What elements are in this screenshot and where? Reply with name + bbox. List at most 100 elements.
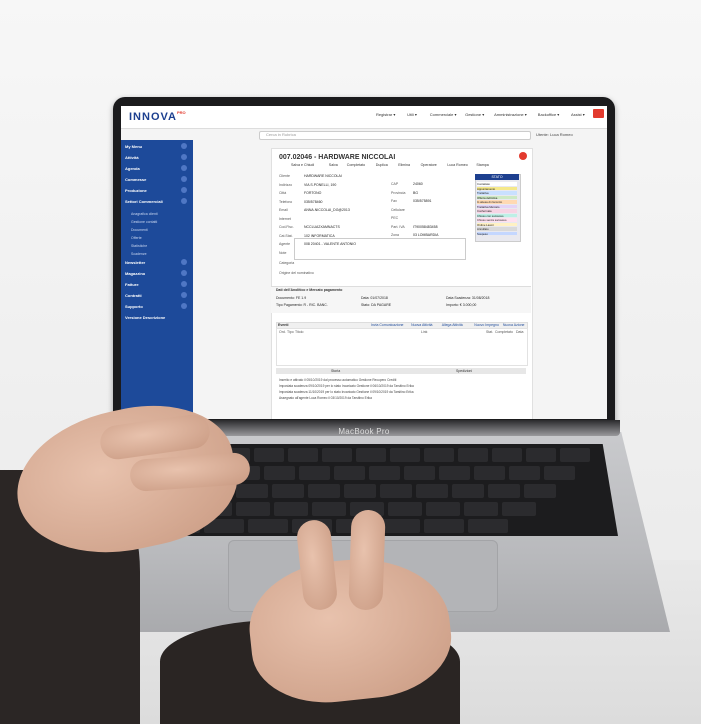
sidebar-subitem[interactable]: Offerte: [131, 236, 142, 240]
field-value[interactable]: HARDWARE NICCOLAI: [304, 174, 342, 178]
field-label: Internet: [279, 216, 291, 221]
stato-option[interactable]: Appuntamento: [477, 186, 517, 191]
sidebar-subitem[interactable]: Anagrafica clienti: [131, 212, 158, 216]
close-document-icon[interactable]: [519, 152, 527, 160]
sidebar-item[interactable]: Attività: [125, 155, 139, 160]
eventi-action-button[interactable]: Nuova Attività: [411, 323, 432, 327]
sidebar-item[interactable]: Fatture: [125, 282, 139, 287]
plus-icon[interactable]: [181, 187, 187, 193]
sidebar-item[interactable]: Magazzino: [125, 271, 145, 276]
stato-option[interactable]: Offerta definitiva: [477, 195, 517, 200]
payment-field: Data: 01/07/2018: [361, 296, 388, 300]
stato-option[interactable]: Sospeso: [477, 231, 517, 236]
field-value[interactable]: BG: [413, 191, 418, 195]
keyboard-key: [424, 519, 464, 533]
stato-option[interactable]: Ordine Lavori: [477, 222, 517, 227]
log-entry: Assegnato all'agente Luca Romeo il 03/10…: [279, 396, 372, 400]
stato-option[interactable]: Chiuso senza successo: [477, 218, 517, 222]
sidebar-subitem[interactable]: Statistiche: [131, 244, 147, 248]
field-label: Provincia: [391, 190, 406, 195]
field-label: Cat.Stat.: [279, 233, 293, 238]
eventi-action-button[interactable]: Allega Attività: [442, 323, 463, 327]
tab-spedizioni[interactable]: Spedizioni: [456, 369, 472, 373]
field-value[interactable]: 03 LOMBARDIA: [413, 233, 438, 237]
search-input[interactable]: [259, 131, 531, 140]
keyboard-key: [388, 502, 422, 516]
eventi-action-button[interactable]: Nuovo Impegno: [474, 323, 499, 327]
plus-icon[interactable]: [181, 176, 187, 182]
top-nav-item[interactable]: Backoffice ▾: [538, 112, 560, 117]
eventi-action-button[interactable]: Nuova Azione: [503, 323, 525, 327]
plus-icon[interactable]: [181, 154, 187, 160]
close-icon[interactable]: [593, 109, 604, 118]
sidebar-item[interactable]: Settori Commerciali: [125, 199, 163, 204]
keyboard-key: [254, 448, 284, 462]
keyboard-key: [524, 484, 556, 498]
top-nav-item[interactable]: Registrar ▾: [376, 112, 395, 117]
plus-icon[interactable]: [181, 165, 187, 171]
top-nav-item[interactable]: Commerciale ▾: [430, 112, 457, 117]
toolbar-button[interactable]: Stampa: [476, 163, 488, 167]
sidebar-item[interactable]: Supporto: [125, 304, 143, 309]
keyboard-key: [369, 466, 400, 480]
tab-row: [276, 368, 526, 374]
stato-option[interactable]: Confermata: [477, 209, 517, 213]
keyboard-key: [458, 448, 488, 462]
sidebar-item[interactable]: Versione Descrizione: [125, 315, 165, 320]
field-value[interactable]: 24060: [413, 182, 423, 186]
sidebar-item[interactable]: Contratti: [125, 293, 142, 298]
sidebar-item[interactable]: My Menu: [125, 144, 142, 149]
toolbar-button[interactable]: Duplica: [376, 163, 388, 167]
field-value[interactable]: 035/575891: [413, 199, 432, 203]
field-value[interactable]: 008 20401 - VALENTE ANTONIO: [304, 242, 356, 246]
field-value[interactable]: 102 INFORMATICA: [304, 234, 335, 238]
stato-option[interactable]: Trattativa Mercato: [477, 204, 517, 209]
plus-icon[interactable]: [181, 303, 187, 309]
toolbar-button[interactable]: Salva: [329, 163, 338, 167]
sidebar-subitem[interactable]: Scadenze: [131, 252, 147, 256]
stato-option[interactable]: Chiuso con successo: [477, 213, 517, 218]
user-label: Utente: Luca Romeo: [536, 132, 573, 137]
top-nav-item[interactable]: Assist ▾: [571, 112, 585, 117]
field-label: Fax: [391, 199, 397, 203]
plus-icon[interactable]: [181, 259, 187, 265]
field-value[interactable]: NCCLUA2XAMNACTS: [304, 225, 340, 229]
field-value[interactable]: 035/578460: [304, 200, 323, 204]
tab-storia[interactable]: Storia: [331, 369, 340, 373]
sidebar-subitem[interactable]: Gestione contatti: [131, 220, 157, 224]
eventi-column-header: Stat.: [486, 330, 494, 334]
sidebar-item[interactable]: Produzione: [125, 188, 147, 193]
top-nav-item[interactable]: Amministrazione ▾: [494, 112, 527, 117]
plus-icon[interactable]: [181, 281, 187, 287]
keyboard-key: [488, 484, 520, 498]
top-nav-item[interactable]: Gestione ▾: [465, 112, 484, 117]
stato-option[interactable]: In attesa di riscontro: [477, 200, 517, 204]
stato-option[interactable]: Trattativa: [477, 191, 517, 195]
toolbar-button[interactable]: Salva e Chiudi: [291, 163, 314, 167]
plus-icon[interactable]: [181, 198, 187, 204]
sidebar-subitem[interactable]: Documenti: [131, 228, 148, 232]
sidebar-item[interactable]: Agenda: [125, 166, 140, 171]
keyboard-key: [424, 448, 454, 462]
toolbar-button[interactable]: Operatore: [421, 163, 437, 167]
field-label: Note: [279, 250, 287, 255]
toolbar-button[interactable]: Completato: [347, 163, 365, 167]
toolbar-button[interactable]: Elimina: [398, 163, 410, 167]
payment-field: Tipo Pagamento: R - RIC. BANC.: [276, 303, 328, 307]
brand-logo[interactable]: INNOVA: [129, 111, 177, 123]
field-value[interactable]: VIA S.PONELLI, 190: [304, 183, 336, 187]
toolbar-button[interactable]: Luca Romeo: [447, 163, 467, 167]
plus-icon[interactable]: [181, 270, 187, 276]
stato-option[interactable]: Contattato: [477, 182, 517, 186]
plus-icon[interactable]: [181, 143, 187, 149]
payment-section-title: Dati dell'Anolitico e Mercato pagamento: [276, 288, 343, 292]
field-value[interactable]: ANNA.NICCOLAI_DG@2013: [304, 208, 350, 212]
sidebar-item[interactable]: Newsletter: [125, 260, 145, 265]
stato-option[interactable]: Annullato: [477, 227, 517, 231]
field-value[interactable]: IT90058483458: [413, 225, 438, 229]
plus-icon[interactable]: [181, 292, 187, 298]
sidebar-item[interactable]: Commesse: [125, 177, 146, 182]
top-nav-item[interactable]: Utili ▾: [407, 112, 417, 117]
field-value[interactable]: FORTONO: [304, 191, 321, 195]
eventi-action-button[interactable]: Invia Comunicazione: [371, 323, 404, 327]
